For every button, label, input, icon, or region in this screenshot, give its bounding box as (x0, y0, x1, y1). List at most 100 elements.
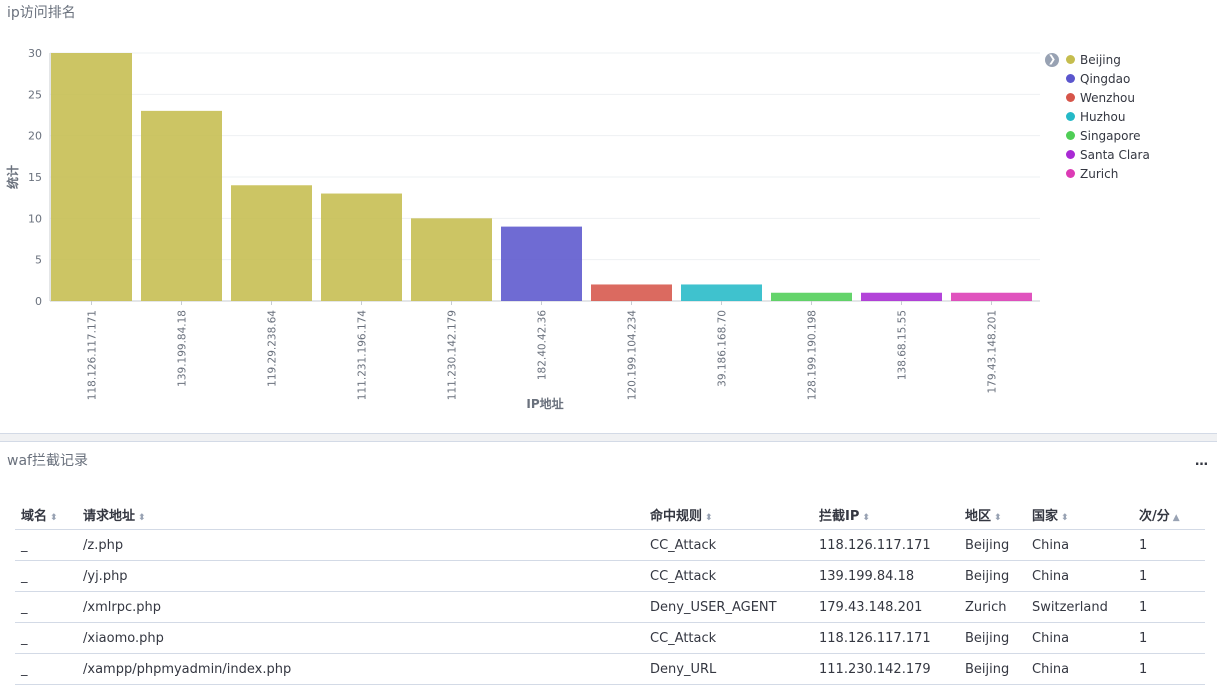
column-header[interactable]: 命中规则 ⬍ (644, 499, 813, 530)
table-cell: CC_Attack (644, 560, 813, 592)
table-row[interactable]: _/xiaomo.php CC_Attack 118.126.117.171 Beij… (15, 622, 1205, 654)
column-header[interactable]: 地区 ⬍ (959, 499, 1026, 530)
table-cell: 1 (1133, 653, 1205, 685)
y-tick-label: 15 (28, 171, 42, 184)
legend-swatch (1066, 112, 1075, 121)
column-header[interactable]: 国家 ⬍ (1026, 499, 1133, 530)
legend-label: Huzhou (1080, 109, 1126, 124)
legend-label: Beijing (1080, 52, 1121, 67)
table-cell: Beijing (959, 622, 1026, 654)
sort-icon[interactable]: ⬍ (862, 513, 870, 523)
sort-icon[interactable]: ⬍ (50, 513, 58, 523)
table-cell: 139.199.84.18 (813, 560, 959, 592)
table-cell: China (1026, 653, 1133, 685)
table-cell: Beijing (959, 529, 1026, 561)
x-tick-label: 179.43.148.201 (987, 310, 999, 394)
table-cell: CC_Attack (644, 622, 813, 654)
sort-icon[interactable]: ⬍ (994, 513, 1002, 523)
column-header[interactable]: 拦截IP ⬍ (813, 499, 959, 530)
table-cell: _ (15, 591, 77, 623)
legend-item-wenzhou[interactable]: Wenzhou (1066, 88, 1150, 107)
legend-swatch (1066, 150, 1075, 159)
table-cell: _ (15, 560, 77, 592)
x-tick-label: 139.199.84.18 (177, 310, 189, 387)
table-row[interactable]: _/xampp/phpmyadmin/index.php Deny_URL 111.… (15, 653, 1205, 685)
legend-label: Santa Clara (1080, 147, 1150, 162)
legend-item-huzhou[interactable]: Huzhou (1066, 107, 1150, 126)
legend-swatch (1066, 55, 1075, 64)
bar (321, 193, 402, 301)
legend-swatch (1066, 169, 1075, 178)
bar (861, 292, 942, 301)
table-cell: 1 (1133, 622, 1205, 654)
table-cell: Deny_URL (644, 653, 813, 685)
bar (411, 218, 492, 301)
bar (51, 53, 132, 301)
legend-label: Zurich (1080, 166, 1119, 181)
x-tick-label: 111.230.142.179 (447, 310, 459, 400)
table-cell: Beijing (959, 560, 1026, 592)
table-cell: /z.php (77, 529, 644, 561)
panel-options-icon[interactable]: … (1195, 454, 1208, 469)
bar (681, 284, 762, 301)
sort-icon[interactable]: ⬍ (1061, 513, 1069, 523)
column-header[interactable]: 次/分 ▲ (1133, 499, 1205, 530)
legend-item-santa-clara[interactable]: Santa Clara (1066, 145, 1150, 164)
legend-swatch (1066, 74, 1075, 83)
legend-item-beijing[interactable]: Beijing (1066, 50, 1150, 69)
sort-icon[interactable]: ▲ (1173, 513, 1180, 523)
legend-swatch (1066, 131, 1075, 140)
x-tick-label: 182.40.42.36 (537, 310, 549, 380)
y-tick-label: 0 (35, 295, 42, 308)
column-header[interactable]: 请求地址 ⬍ (77, 499, 644, 530)
column-header[interactable]: 域名 ⬍ (15, 499, 77, 530)
bar (591, 284, 672, 301)
column-header-label: 国家 (1032, 508, 1059, 524)
table-cell: 111.230.142.179 (813, 653, 959, 685)
legend-toggle-icon[interactable]: ❯ (1045, 53, 1059, 67)
table-cell: Deny_USER_AGENT (644, 591, 813, 623)
table-row[interactable]: _/xmlrpc.php Deny_USER_AGENT 179.43.148.20… (15, 591, 1205, 623)
bar (141, 110, 222, 301)
column-header-label: 命中规则 (650, 508, 703, 524)
column-header-label: 域名 (21, 508, 48, 524)
y-tick-label: 20 (28, 130, 42, 143)
x-axis-title: IP地址 (526, 396, 563, 411)
table-cell: _ (15, 653, 77, 685)
sort-icon[interactable]: ⬍ (705, 513, 713, 523)
table-cell: China (1026, 529, 1133, 561)
bar (951, 292, 1032, 301)
table-cell: /xiaomo.php (77, 622, 644, 654)
legend-label: Qingdao (1080, 71, 1131, 86)
x-tick-label: 39.186.168.70 (717, 310, 729, 387)
legend-item-qingdao[interactable]: Qingdao (1066, 69, 1150, 88)
column-header-label: 请求地址 (83, 508, 136, 524)
panel-divider (0, 433, 1217, 442)
table-cell: Switzerland (1026, 591, 1133, 623)
legend-item-singapore[interactable]: Singapore (1066, 126, 1150, 145)
table-row[interactable]: _/yj.php CC_Attack 139.199.84.18 Beijing Chi… (15, 560, 1205, 592)
x-tick-label: 118.126.117.171 (87, 310, 99, 400)
table-cell: CC_Attack (644, 529, 813, 561)
column-header-label: 拦截IP (819, 508, 860, 524)
table-panel-title: waf拦截记录 (7, 453, 88, 469)
table-header-row: 域名 ⬍ 请求地址 ⬍ 命中规则 ⬍ 拦截IP ⬍ 地区 ⬍ 国家 ⬍ 次/分 ▲ (15, 499, 1205, 530)
sort-icon[interactable]: ⬍ (138, 513, 146, 523)
legend-item-zurich[interactable]: Zurich (1066, 164, 1150, 183)
legend-swatch (1066, 93, 1075, 102)
table-cell: Beijing (959, 653, 1026, 685)
table-row[interactable]: _/z.php CC_Attack 118.126.117.171 Beijing Ch… (15, 529, 1205, 561)
legend-label: Singapore (1080, 128, 1141, 143)
bar (231, 185, 312, 301)
table-cell: _ (15, 529, 77, 561)
column-header-label: 次/分 (1139, 508, 1170, 524)
y-axis-title: 统计 (5, 165, 20, 189)
table-cell: 179.43.148.201 (813, 591, 959, 623)
bar-chart: 0 5 10 15 20 25 30 统计 118.126.117.171 139.199.84.… (5, 47, 1040, 411)
table-cell: 1 (1133, 560, 1205, 592)
bar (501, 226, 582, 301)
x-tick-label: 138.68.15.55 (897, 310, 909, 380)
table-cell: 1 (1133, 529, 1205, 561)
y-tick-label: 5 (35, 254, 42, 267)
bar (771, 292, 852, 301)
